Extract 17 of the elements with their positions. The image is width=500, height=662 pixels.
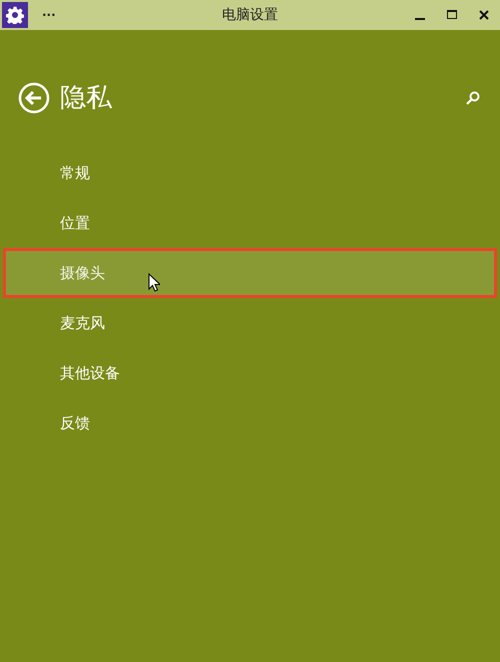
window-title: 电脑设置	[222, 7, 278, 23]
settings-item[interactable]: 常规	[0, 148, 500, 198]
close-icon	[479, 10, 489, 20]
cursor-icon	[148, 273, 160, 292]
minimize-icon	[415, 18, 425, 20]
page-title: 隐私	[60, 82, 112, 114]
menu-button[interactable]: ···	[42, 8, 56, 22]
settings-item[interactable]: 反馈	[0, 398, 500, 448]
settings-item[interactable]: 位置	[0, 198, 500, 248]
settings-item[interactable]: 麦克风	[0, 298, 500, 348]
search-button[interactable]	[466, 91, 480, 105]
back-button[interactable]	[18, 82, 50, 114]
search-icon	[466, 91, 480, 105]
settings-icon[interactable]	[2, 2, 28, 28]
settings-item[interactable]: 其他设备	[0, 348, 500, 398]
maximize-icon	[447, 10, 457, 20]
settings-item[interactable]: 摄像头	[3, 248, 497, 298]
